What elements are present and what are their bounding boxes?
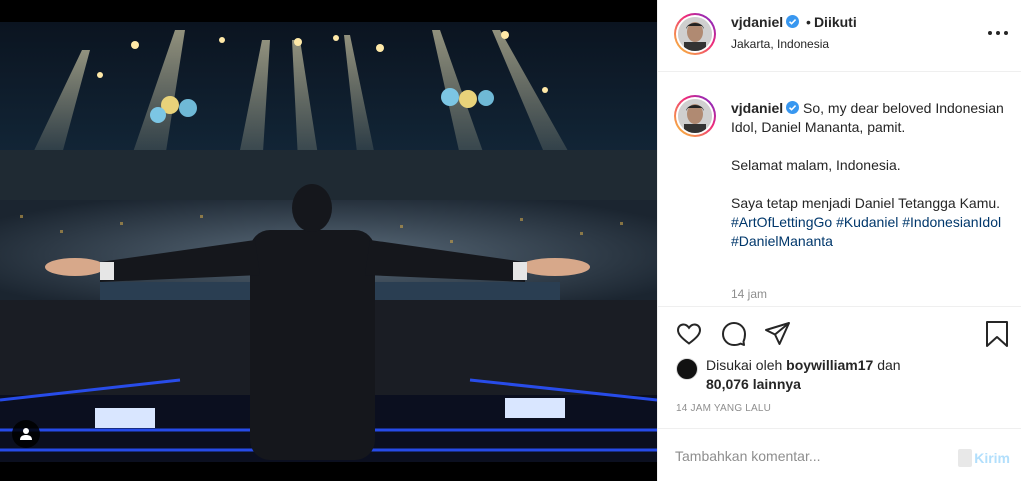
post-comment-label: Kirim bbox=[974, 450, 1010, 466]
share-button[interactable] bbox=[763, 320, 791, 348]
caption-timestamp[interactable]: 14 jam bbox=[731, 287, 767, 301]
post-comment-button[interactable]: Kirim bbox=[958, 449, 1010, 467]
caption-line-3: Saya tetap menjadi Daniel Tetangga Kamu. bbox=[731, 195, 1001, 211]
save-button[interactable] bbox=[983, 320, 1011, 348]
username-link[interactable]: vjdaniel bbox=[731, 14, 783, 30]
avatar[interactable] bbox=[674, 13, 716, 55]
post-header-title: vjdaniel • Diikuti bbox=[731, 14, 857, 30]
bookmark-icon bbox=[986, 321, 1008, 347]
likes-prefix: Disukai oleh bbox=[706, 357, 783, 373]
hashtag-link[interactable]: #IndonesianIdol bbox=[902, 214, 1001, 230]
comment-input[interactable] bbox=[675, 448, 935, 464]
liker-avatar[interactable] bbox=[676, 358, 698, 380]
heart-icon bbox=[676, 323, 702, 345]
hashtag-link[interactable]: #ArtOfLettingGo bbox=[731, 214, 832, 230]
hashtag-link[interactable]: #DanielMananta bbox=[731, 233, 833, 249]
avatar-image bbox=[678, 99, 712, 133]
like-button[interactable] bbox=[675, 320, 703, 348]
verified-badge-icon bbox=[786, 15, 800, 28]
user-tag-button[interactable] bbox=[12, 420, 40, 448]
more-options-button[interactable] bbox=[988, 26, 1008, 40]
likes-connector: dan bbox=[877, 357, 901, 373]
post-detail-panel: vjdaniel • Diikuti Jakarta, Indonesia vj… bbox=[657, 0, 1021, 481]
hashtag-link[interactable]: #Kudaniel bbox=[836, 214, 898, 230]
add-comment-form: Kirim bbox=[658, 428, 1021, 481]
comment-button[interactable] bbox=[719, 320, 747, 348]
caption-avatar[interactable] bbox=[674, 95, 716, 137]
post-header: vjdaniel • Diikuti Jakarta, Indonesia bbox=[658, 0, 1021, 72]
concert-stage-image bbox=[0, 0, 657, 481]
follow-status-button[interactable]: Diikuti bbox=[814, 14, 857, 30]
location-link[interactable]: Jakarta, Indonesia bbox=[731, 37, 829, 51]
action-bar bbox=[658, 308, 1021, 358]
verified-badge-icon bbox=[786, 101, 800, 114]
post-photo[interactable] bbox=[0, 0, 657, 481]
likes-count-button[interactable]: 80,076 lainnya bbox=[706, 376, 801, 392]
post-timestamp[interactable]: 14 JAM YANG LALU bbox=[676, 403, 771, 414]
resize-handle-icon bbox=[958, 449, 973, 467]
comments-area: vjdaniel So, my dear beloved Indonesian … bbox=[658, 72, 1021, 307]
separator-dot: • bbox=[806, 14, 811, 30]
avatar-image bbox=[678, 17, 712, 51]
liker-username-link[interactable]: boywilliam17 bbox=[786, 357, 873, 373]
caption-username-link[interactable]: vjdaniel bbox=[731, 100, 783, 116]
share-icon bbox=[765, 322, 790, 345]
caption-text: vjdaniel So, my dear beloved Indonesian … bbox=[731, 99, 1006, 251]
more-dots-icon bbox=[988, 31, 992, 35]
comment-icon bbox=[722, 322, 746, 346]
user-tag-icon bbox=[20, 428, 32, 440]
caption-line-2: Selamat malam, Indonesia. bbox=[731, 157, 901, 173]
